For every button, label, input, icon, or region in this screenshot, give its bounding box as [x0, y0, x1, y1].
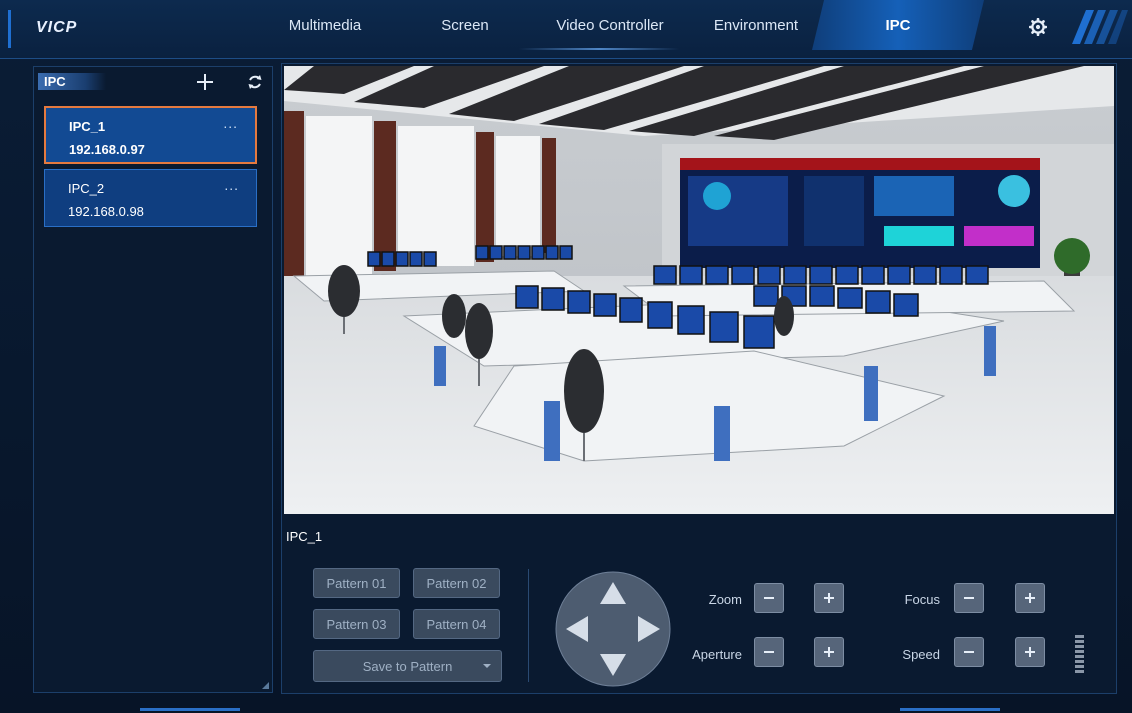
pattern-03-button[interactable]: Pattern 03 — [313, 609, 400, 639]
focus-label: Focus — [904, 592, 940, 607]
zoom-out-button[interactable] — [754, 583, 784, 613]
refresh-icon[interactable] — [244, 71, 266, 93]
pattern-04-button[interactable]: Pattern 04 — [413, 609, 500, 639]
nav-screen[interactable]: Screen — [420, 0, 510, 50]
speed-level-indicator — [1075, 635, 1084, 673]
bottom-accent-right — [900, 708, 1000, 711]
pattern-02-button[interactable]: Pattern 02 — [413, 568, 500, 598]
ipc-name: IPC_2 — [68, 181, 105, 196]
focus-decrease-button[interactable] — [954, 583, 984, 613]
nav-multimedia[interactable]: Multimedia — [270, 0, 380, 50]
divider — [528, 569, 529, 682]
plus-icon[interactable] — [194, 71, 216, 93]
speed-decrease-button[interactable] — [954, 637, 984, 667]
brand-logo: VICP — [36, 19, 78, 36]
aperture-increase-button[interactable] — [814, 637, 844, 667]
nav-multimedia-label: Multimedia — [288, 16, 362, 34]
top-bar: VICP Multimedia Screen Video Controller … — [0, 0, 1132, 59]
resize-grip-icon[interactable] — [262, 682, 269, 689]
more-options-icon[interactable]: ... — [224, 177, 239, 193]
speed-label: Speed — [902, 647, 940, 662]
nav-ipc-label: IPC — [885, 16, 911, 34]
bottom-accent-left — [140, 708, 240, 711]
sidebar-title: IPC — [38, 73, 106, 90]
nav-hover-underline — [519, 48, 679, 50]
zoom-label: Zoom — [708, 592, 742, 607]
nav-video-controller[interactable]: Video Controller — [535, 0, 685, 50]
ptz-direction-pad[interactable] — [554, 570, 672, 688]
ipc-ip-address: 192.168.0.97 — [69, 142, 145, 157]
gear-icon[interactable] — [1027, 16, 1049, 38]
save-to-pattern-dropdown[interactable]: Save to Pattern — [313, 650, 502, 682]
camera-preview[interactable] — [284, 66, 1114, 514]
nav-environment-label: Environment — [713, 16, 799, 34]
top-bar-accent — [8, 10, 11, 48]
corner-stripes-decoration — [1072, 10, 1128, 44]
more-options-icon[interactable]: ... — [223, 115, 238, 131]
save-to-pattern-label: Save to Pattern — [362, 658, 453, 674]
ipc-ip-address: 192.168.0.98 — [68, 204, 144, 219]
aperture-decrease-button[interactable] — [754, 637, 784, 667]
sidebar-header: IPC — [34, 67, 272, 97]
camera-name-label: IPC_1 — [286, 529, 323, 544]
speed-increase-button[interactable] — [1015, 637, 1045, 667]
nav-ipc[interactable]: IPC — [812, 0, 984, 50]
ipc-list-item-2[interactable]: IPC_2 192.168.0.98 ... — [44, 169, 257, 227]
chevron-down-icon — [483, 664, 491, 668]
ipc-list-item-1[interactable]: IPC_1 192.168.0.97 ... — [44, 106, 257, 164]
ipc-name: IPC_1 — [69, 119, 106, 134]
aperture-label: Aperture — [692, 647, 742, 662]
zoom-in-button[interactable] — [814, 583, 844, 613]
ipc-sidebar: IPC IPC_1 192.168.0.97 ... IPC_2 192.168… — [33, 66, 273, 693]
pattern-01-button[interactable]: Pattern 01 — [313, 568, 400, 598]
nav-environment[interactable]: Environment — [700, 0, 812, 50]
focus-increase-button[interactable] — [1015, 583, 1045, 613]
nav-screen-label: Screen — [441, 16, 489, 34]
ipc-main-panel: IPC_1 Pattern 01 Pattern 02 Pattern 03 P… — [281, 63, 1117, 694]
control-room-image — [284, 66, 1114, 514]
nav-video-controller-label: Video Controller — [556, 16, 664, 34]
